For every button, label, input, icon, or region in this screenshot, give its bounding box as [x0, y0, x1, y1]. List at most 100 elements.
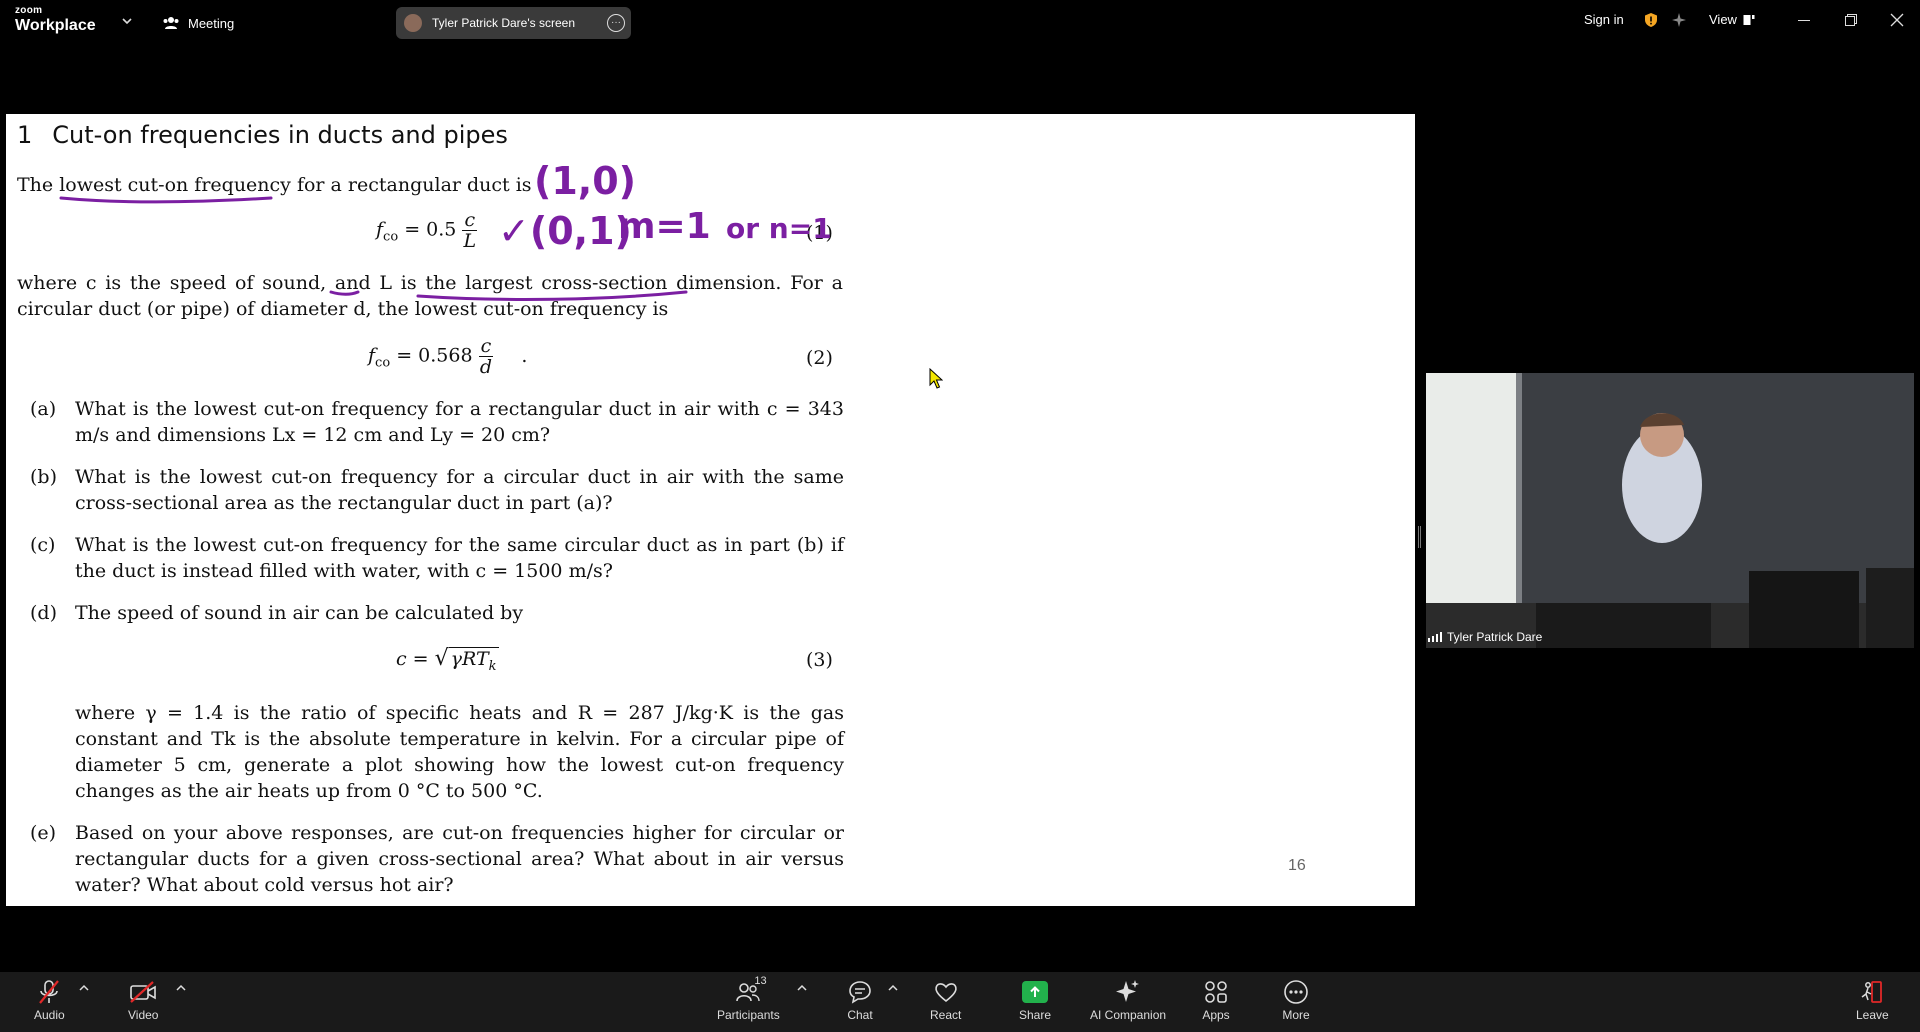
question-e-text: Based on your above responses, are cut-o… — [75, 822, 844, 896]
heart-icon — [934, 983, 957, 1003]
chat-icon — [849, 981, 871, 1004]
view-label: View — [1709, 12, 1737, 27]
eq3-number: (3) — [806, 649, 833, 671]
ai-sparkle-icon — [1116, 980, 1140, 1002]
zoom-logo[interactable]: zoom Workplace — [15, 6, 96, 34]
eq2-sub: co — [375, 355, 391, 371]
question-a: (a) What is the lowest cut-on frequency … — [30, 396, 844, 448]
participants-count-badge: 13 — [754, 975, 767, 987]
audio-button[interactable]: Audio — [34, 978, 65, 1026]
eq1-denominator: L — [463, 230, 477, 252]
eq3-lhs: c = — [396, 648, 435, 670]
question-a-text: What is the lowest cut-on frequency for … — [75, 398, 844, 446]
chat-button[interactable]: Chat — [846, 978, 874, 1026]
meeting-menu-button[interactable]: Meeting — [162, 13, 234, 33]
chat-label: Chat — [847, 1008, 873, 1022]
question-e-label: (e) — [30, 822, 57, 844]
ai-sparkle-icon[interactable] — [1671, 12, 1687, 28]
ai-companion-button[interactable]: AI Companion — [1090, 978, 1166, 1026]
intro-text-b: for a rectangular duct is — [290, 174, 532, 196]
apps-button[interactable]: Apps — [1202, 978, 1230, 1026]
participants-label: Participants — [717, 1008, 780, 1022]
ink-annotation-0-1: ✓(0,1) — [498, 209, 632, 253]
video-button[interactable]: Video — [128, 978, 158, 1026]
share-arrow-icon — [1022, 981, 1049, 1003]
react-button[interactable]: React — [930, 978, 961, 1026]
signal-strength-icon — [1428, 632, 1442, 642]
share-screen-button[interactable]: Share — [1019, 978, 1051, 1026]
mouse-cursor-icon — [929, 368, 943, 389]
question-c-label: (c) — [30, 534, 56, 556]
video-label: Video — [128, 1008, 159, 1022]
equation-1: fco = 0.5 c L — [376, 209, 478, 252]
window-close-button[interactable] — [1890, 13, 1904, 27]
camera-off-icon — [130, 981, 157, 1003]
eq2-denominator: d — [479, 356, 493, 378]
shared-screen-pill[interactable]: Tyler Patrick Dare's screen ··· — [396, 7, 631, 39]
definition-paragraph: where c is the speed of sound, and L is … — [17, 272, 843, 320]
chat-options-chevron-icon[interactable] — [888, 984, 898, 992]
video-options-chevron-icon[interactable] — [176, 984, 186, 992]
share-label: Share — [1019, 1008, 1052, 1022]
question-e: (e) Based on your above responses, are c… — [30, 820, 844, 898]
window-restore-button[interactable] — [1845, 14, 1857, 26]
eq2-rhs: = 0.568 — [396, 344, 473, 367]
eq2-period: . — [521, 344, 528, 367]
eq3-radicand: γRTk — [448, 647, 499, 674]
intro-text-underlined: lowest cut-on frequency — [59, 174, 291, 196]
leave-meeting-button[interactable]: Leave — [1856, 978, 1889, 1026]
participant-video-tile[interactable] — [1426, 373, 1914, 648]
leave-label: Leave — [1856, 1008, 1889, 1022]
eq2-number: (2) — [806, 347, 833, 369]
shared-screen-slide: 1 Cut-on frequencies in ducts and pipes T… — [6, 114, 1415, 906]
meeting-controls-toolbar: Audio Video 13 Participants Chat React S… — [0, 972, 1920, 1032]
shield-icon[interactable] — [1644, 12, 1658, 28]
shared-screen-label: Tyler Patrick Dare's screen — [432, 16, 575, 30]
panel-resize-handle[interactable] — [1418, 526, 1421, 548]
question-d: (d) The speed of sound in air can be cal… — [30, 600, 844, 626]
audio-options-chevron-icon[interactable] — [79, 984, 89, 992]
eq1-rhs: = 0.5 — [404, 218, 457, 241]
ai-companion-label: AI Companion — [1090, 1008, 1167, 1022]
question-d-continued: where γ = 1.4 is the ratio of specific h… — [30, 700, 844, 804]
equation-2: fco = 0.568 c d . — [368, 336, 527, 377]
chevron-down-icon[interactable] — [120, 14, 134, 28]
participant-name: Tyler Patrick Dare — [1447, 630, 1543, 644]
participants-options-chevron-icon[interactable] — [797, 984, 807, 992]
presenter-avatar — [404, 14, 422, 32]
eq3-radicand-text: γRT — [450, 648, 489, 670]
window-minimize-button[interactable] — [1798, 20, 1810, 21]
participant-name-label: Tyler Patrick Dare — [1428, 630, 1542, 644]
microphone-muted-icon — [39, 980, 60, 1004]
more-options-icon[interactable]: ··· — [607, 14, 625, 32]
eq1-number: (1) — [806, 222, 833, 244]
section-title: Cut-on frequencies in ducts and pipes — [52, 121, 508, 149]
apps-label: Apps — [1202, 1008, 1230, 1022]
question-d-continued-text: where γ = 1.4 is the ratio of specific h… — [75, 702, 844, 802]
intro-text-a: The — [17, 174, 60, 196]
page-number: 16 — [1288, 857, 1306, 874]
react-label: React — [930, 1008, 962, 1022]
eq2-numerator: c — [478, 335, 494, 357]
ink-annotation-m1: m=1 — [618, 206, 711, 247]
equation-3: c = √ γRTk — [396, 646, 499, 674]
eq1-numerator: c — [462, 209, 478, 231]
eq1-sub: co — [383, 229, 399, 245]
leave-door-icon — [1861, 981, 1883, 1003]
section-number: 1 — [17, 121, 33, 149]
question-a-label: (a) — [30, 398, 57, 420]
eq1-lhs: f — [376, 218, 384, 241]
sign-in-link[interactable]: Sign in — [1584, 12, 1624, 27]
audio-label: Audio — [34, 1008, 65, 1022]
question-b-text: What is the lowest cut-on frequency for … — [75, 466, 844, 514]
view-menu-button[interactable]: View — [1709, 12, 1755, 27]
question-d-text: The speed of sound in air can be calcula… — [75, 602, 524, 624]
view-layout-icon — [1743, 14, 1755, 25]
question-c-text: What is the lowest cut-on frequency for … — [75, 534, 844, 582]
apps-grid-icon — [1205, 981, 1227, 1003]
meeting-label: Meeting — [188, 15, 235, 31]
meeting-icon — [163, 17, 179, 29]
participants-button[interactable]: 13 Participants — [717, 975, 780, 1026]
more-button[interactable]: More — [1282, 978, 1310, 1026]
section-heading: 1 Cut-on frequencies in ducts and pipes — [17, 121, 508, 149]
